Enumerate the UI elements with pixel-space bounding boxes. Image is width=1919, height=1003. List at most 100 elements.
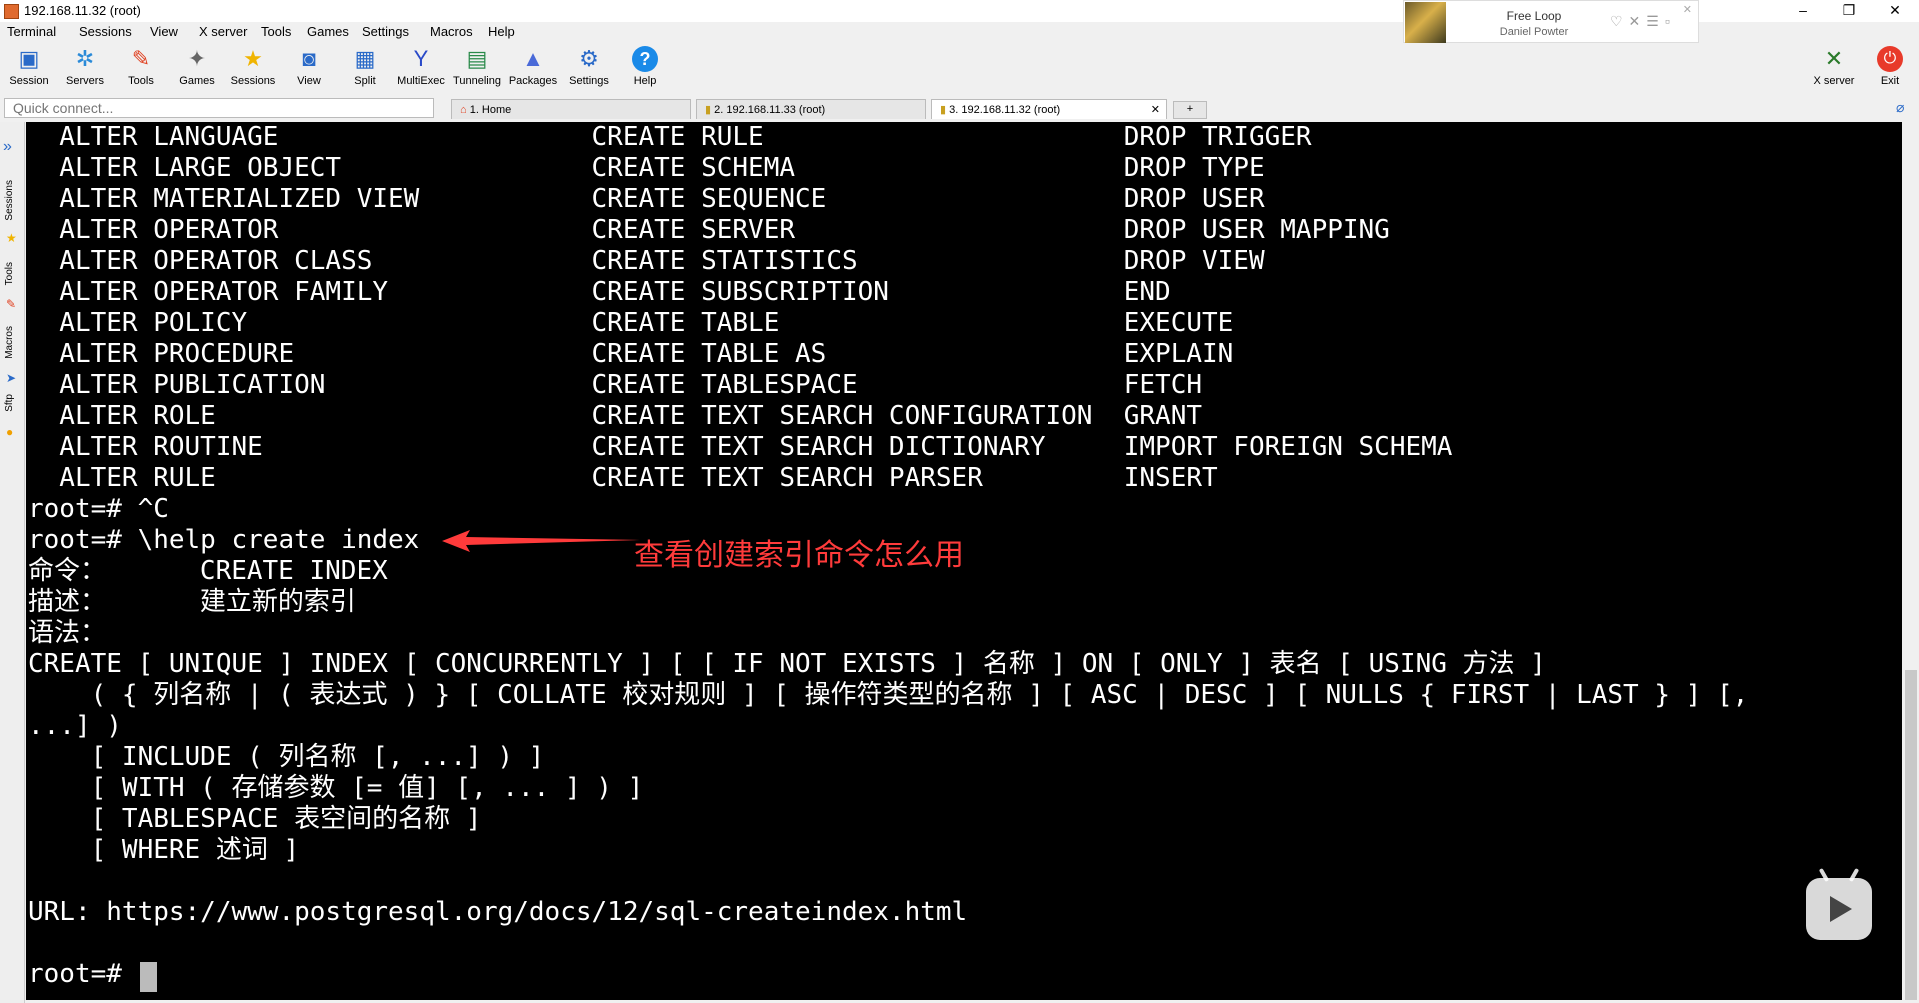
window-title: 192.168.11.32 (root) <box>24 3 141 18</box>
settings-icon: ⚙ <box>579 46 599 71</box>
terminal-line: ...] ) <box>28 711 122 741</box>
terminal-line: ALTER OPERATOR CREATE SERVER DROP USER M… <box>28 215 1390 245</box>
menu-terminal[interactable]: Terminal <box>7 24 56 39</box>
home-icon: ⌂ <box>460 104 470 116</box>
menu-x-server[interactable]: X server <box>199 24 247 39</box>
tab-close-icon[interactable]: ✕ <box>1151 100 1160 120</box>
terminal-line: root=# ^C <box>28 494 169 524</box>
exit-button[interactable]: ⏻ Exit <box>1862 44 1918 90</box>
session-button[interactable]: ▣ Session <box>1 44 57 90</box>
terminal-line: ALTER ROLE CREATE TEXT SEARCH CONFIGURAT… <box>28 401 1202 431</box>
terminal-icon: ▮ <box>705 104 715 116</box>
terminal-line: root=# <box>28 959 138 989</box>
terminal-line: ALTER MATERIALIZED VIEW CREATE SEQUENCE … <box>28 184 1265 214</box>
expand-sidebar-icon[interactable]: » <box>3 138 12 156</box>
tools-button[interactable]: ✎ Tools <box>113 44 169 90</box>
terminal-line: URL: https://www.postgresql.org/docs/12/… <box>28 897 968 927</box>
terminal-output[interactable]: ALTER LANGUAGE CREATE RULE DROP TRIGGER … <box>26 122 1902 1000</box>
terminal-line: ALTER LARGE OBJECT CREATE SCHEMA DROP TY… <box>28 153 1265 183</box>
menu-sessions[interactable]: Sessions <box>79 24 132 39</box>
play-icon <box>1830 896 1852 922</box>
help-button[interactable]: ? Help <box>617 44 673 90</box>
tools-icon: ✎ <box>131 46 151 71</box>
song-title: Free Loop <box>1506 9 1562 23</box>
media-player-widget[interactable]: Free Loop Daniel Powter ♡✕☰▫ ✕ <box>1403 0 1699 43</box>
close-icon[interactable]: ✕ <box>1872 0 1918 22</box>
menu-help[interactable]: Help <box>488 24 515 39</box>
packages-button[interactable]: ▲ Packages <box>505 44 561 90</box>
split-icon: ▦ <box>354 46 376 71</box>
media-close-icon[interactable]: ✕ <box>1683 3 1692 16</box>
sidebar-tab-sftp[interactable]: Sftp <box>4 394 15 412</box>
left-sidebar: » Sessions ★ Tools ✎ Macros ➤ Sftp ● <box>0 122 25 1003</box>
tab-session-3[interactable]: ▮ 3. 192.168.11.32 (root) ✕ <box>931 99 1167 119</box>
terminal-icon: ▮ <box>940 104 950 116</box>
tunneling-icon: ▤ <box>466 46 488 71</box>
view-icon: ◙ <box>302 46 316 71</box>
xserver-icon: ✕ <box>1824 46 1844 71</box>
games-icon: ✦ <box>187 46 207 71</box>
tab-row: ⌂ 1. Home ▮ 2. 192.168.11.33 (root) ▮ 3.… <box>0 96 1919 120</box>
terminal-line: root=# \help create index <box>28 525 420 555</box>
song-artist: Daniel Powter <box>1499 26 1569 38</box>
power-icon: ⏻ <box>1877 46 1903 72</box>
terminal-line: ALTER POLICY CREATE TABLE EXECUTE <box>28 308 1234 338</box>
x-server-button[interactable]: ✕ X server <box>1806 44 1862 90</box>
sidebar-tab-tools[interactable]: Tools <box>4 262 15 285</box>
terminal-line: 命令： CREATE INDEX <box>28 556 388 586</box>
menu-bar: Terminal Sessions View X server Tools Ga… <box>0 22 900 42</box>
tools-icon: ✎ <box>6 297 17 311</box>
terminal-line: ( { 列名称 | ( 表达式 ) } [ COLLATE 校对规则 ] [ 操… <box>28 680 1749 710</box>
attach-icon[interactable]: ⌀ <box>1896 99 1904 116</box>
settings-button[interactable]: ⚙ Settings <box>561 44 617 90</box>
terminal-line: [ WITH ( 存储参数 [= 值] [, ... ] ) ] <box>28 773 644 803</box>
quick-connect-input[interactable] <box>4 98 434 118</box>
minimize-icon[interactable]: – <box>1780 0 1826 22</box>
menu-tools[interactable]: Tools <box>261 24 291 39</box>
tab-session-2[interactable]: ▮ 2. 192.168.11.33 (root) <box>696 99 926 119</box>
terminal-line: ALTER PROCEDURE CREATE TABLE AS EXPLAIN <box>28 339 1234 369</box>
annotation-text: 查看创建索引命令怎么用 <box>634 538 964 573</box>
terminal-line: ALTER ROUTINE CREATE TEXT SEARCH DICTION… <box>28 432 1453 462</box>
terminal-line: ALTER PUBLICATION CREATE TABLESPACE FETC… <box>28 370 1202 400</box>
games-button[interactable]: ✦ Games <box>169 44 225 90</box>
terminal-scrollbar[interactable] <box>1903 122 1919 1000</box>
scrollbar-thumb[interactable] <box>1905 670 1917 1000</box>
terminal-line: 语法： <box>28 618 107 648</box>
tunneling-button[interactable]: ▤ Tunneling <box>449 44 505 90</box>
restore-icon[interactable]: ❐ <box>1826 0 1872 22</box>
servers-icon: ✲ <box>75 46 95 71</box>
terminal-line: [ WHERE 述词 ] <box>28 835 300 865</box>
view-button[interactable]: ◙ View <box>281 44 337 90</box>
sidebar-tab-macros[interactable]: Macros <box>4 326 15 359</box>
multiexec-icon: Y <box>413 46 429 71</box>
album-art <box>1405 2 1446 43</box>
terminal-line: ALTER OPERATOR FAMILY CREATE SUBSCRIPTIO… <box>28 277 1171 307</box>
packages-icon: ▲ <box>522 46 544 71</box>
menu-macros[interactable]: Macros <box>430 24 473 39</box>
menu-games[interactable]: Games <box>307 24 349 39</box>
tab-home[interactable]: ⌂ 1. Home <box>451 99 691 119</box>
menu-view[interactable]: View <box>150 24 178 39</box>
terminal-line: ALTER OPERATOR CLASS CREATE STATISTICS D… <box>28 246 1265 276</box>
terminal-line: [ TABLESPACE 表空间的名称 ] <box>28 804 482 834</box>
terminal-cursor <box>140 962 157 992</box>
media-controls[interactable]: ♡✕☰▫ <box>1610 13 1676 30</box>
sidebar-tab-sessions[interactable]: Sessions <box>4 180 15 221</box>
toolbar: ▣ Session ✲ Servers ✎ Tools ✦ Games ★ Session… <box>0 44 1919 90</box>
app-icon <box>4 4 19 19</box>
multiexec-button[interactable]: Y MultiExec <box>393 44 449 90</box>
terminal-line: 描述： 建立新的索引 <box>28 587 356 617</box>
terminal-line: ALTER RULE CREATE TEXT SEARCH PARSER INS… <box>28 463 1218 493</box>
split-button[interactable]: ▦ Split <box>337 44 393 90</box>
video-play-button[interactable] <box>1806 867 1872 940</box>
sessions-button[interactable]: ★ Sessions <box>225 44 281 90</box>
new-tab-button[interactable]: + <box>1173 101 1207 119</box>
servers-button[interactable]: ✲ Servers <box>57 44 113 90</box>
star-icon: ★ <box>6 231 17 245</box>
terminal-line: CREATE [ UNIQUE ] INDEX [ CONCURRENTLY ]… <box>28 649 1546 679</box>
sftp-icon: ● <box>6 425 14 439</box>
terminal-line: ALTER LANGUAGE CREATE RULE DROP TRIGGER <box>28 122 1312 152</box>
menu-settings[interactable]: Settings <box>362 24 409 39</box>
macros-icon: ➤ <box>6 371 17 385</box>
